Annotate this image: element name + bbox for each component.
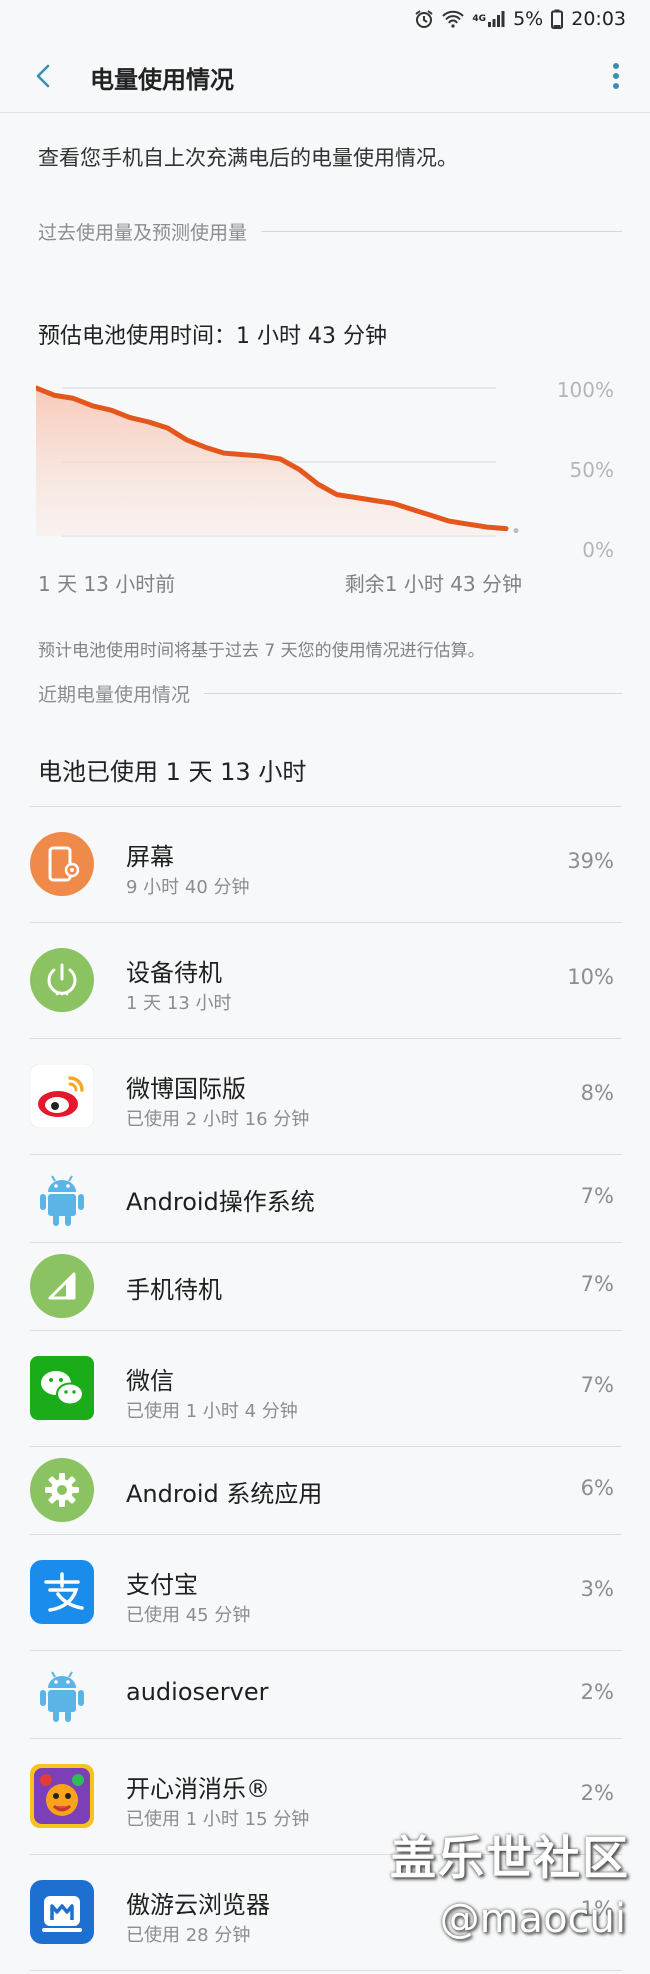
android-icon [30, 1662, 94, 1726]
description-text: 查看您手机自上次充满电后的电量使用情况。 [38, 146, 458, 170]
status-bar: 4G 5% 20:03 [0, 0, 650, 40]
divider [204, 693, 622, 694]
battery-icon [551, 9, 564, 29]
list-item-screen[interactable]: 屏幕 9 小时 40 分钟 39% [30, 807, 622, 923]
section-header-recent-usage: 近期电量使用情况 [38, 680, 622, 707]
watermark-text: 盖乐世社区 [390, 1831, 630, 1885]
app-usage-time: 已使用 1 小时 15 分钟 [126, 1809, 310, 1830]
list-item-device-idle[interactable]: 设备待机 1 天 13 小时 10% [30, 923, 622, 1039]
app-usage-time: 已使用 1 小时 4 分钟 [126, 1401, 298, 1422]
app-percent: 39% [567, 849, 614, 873]
battery-usage-chart [36, 385, 519, 537]
app-percent: 2% [580, 1680, 614, 1704]
back-arrow-icon[interactable] [28, 60, 60, 92]
network-type: 4G [472, 14, 487, 24]
weibo-icon [29, 1063, 95, 1129]
watermark-handle: @maocui [439, 1896, 626, 1942]
app-usage-time: 已使用 45 分钟 [126, 1605, 251, 1626]
clock: 20:03 [571, 8, 626, 30]
app-usage-time: 9 小时 40 分钟 [126, 877, 250, 898]
section-header-past-usage: 过去使用量及预测使用量 [38, 218, 622, 245]
section-title: 近期电量使用情况 [38, 684, 191, 706]
battery-percent: 5% [513, 8, 544, 30]
app-percent: 7% [580, 1272, 614, 1296]
list-item-audioserver[interactable]: audioserver 2% [30, 1651, 622, 1739]
x-start-label: 1 天 13 小时前 [38, 572, 176, 596]
app-usage-time: 已使用 2 小时 16 分钟 [126, 1109, 310, 1130]
wechat-icon [30, 1356, 94, 1420]
alarm-icon [414, 9, 434, 29]
y-tick-label: 0% [582, 538, 614, 562]
app-usage-time: 1 天 13 小时 [126, 993, 232, 1014]
list-item-phone-idle[interactable]: 手机待机 7% [30, 1243, 622, 1331]
app-usage-time: 已使用 28 分钟 [126, 1925, 251, 1946]
app-percent: 8% [580, 1081, 614, 1105]
app-name: audioserver [126, 1678, 269, 1706]
app-name: 傲游云浏览器 [126, 1891, 270, 1919]
y-tick-label: 100% [556, 378, 614, 402]
forecast-end-dot [513, 528, 519, 534]
app-usage-list: 屏幕 9 小时 40 分钟 39% 设备待机 1 天 13 小时 10% 微博国… [29, 806, 622, 1971]
list-item-android-system-apps[interactable]: Android 系统应用 6% [30, 1447, 622, 1535]
maxthon-icon [30, 1880, 94, 1944]
signal-icon [30, 1254, 94, 1318]
page-title: 电量使用情况 [90, 66, 234, 94]
list-item-wechat[interactable]: 微信 已使用 1 小时 4 分钟 7% [30, 1331, 622, 1447]
app-percent: 3% [580, 1577, 614, 1601]
app-name: 屏幕 [126, 843, 174, 871]
power-icon [30, 948, 94, 1012]
gear-icon [30, 1458, 94, 1522]
app-name: 开心消消乐® [126, 1775, 270, 1803]
game-icon [30, 1764, 94, 1828]
wifi-icon [442, 10, 465, 28]
battery-used-total: 电池已使用 1 天 13 小时 [38, 758, 307, 786]
list-item-alipay[interactable]: 支付宝 已使用 45 分钟 3% [30, 1535, 622, 1651]
app-name: 微信 [126, 1367, 174, 1395]
app-name: Android操作系统 [126, 1188, 315, 1216]
app-percent: 7% [580, 1373, 614, 1397]
divider [261, 231, 622, 232]
app-name: Android 系统应用 [126, 1480, 323, 1508]
cellular-signal-icon: 4G [472, 10, 505, 28]
app-percent: 7% [580, 1184, 614, 1208]
list-item-android-os[interactable]: Android操作系统 7% [30, 1155, 622, 1243]
list-item-weibo[interactable]: 微博国际版 已使用 2 小时 16 分钟 8% [29, 1039, 622, 1155]
app-name: 微博国际版 [126, 1075, 246, 1103]
app-name: 手机待机 [126, 1276, 222, 1304]
screen-icon [30, 832, 94, 896]
app-bar: 电量使用情况 [0, 40, 650, 113]
app-percent: 6% [580, 1476, 614, 1500]
x-end-label: 剩余1 小时 43 分钟 [344, 572, 522, 596]
app-name: 设备待机 [126, 959, 222, 987]
app-percent: 10% [567, 965, 614, 989]
section-title: 过去使用量及预测使用量 [38, 222, 248, 244]
android-icon [30, 1166, 94, 1230]
alipay-icon [30, 1560, 94, 1624]
estimated-time: 预估电池使用时间：1 小时 43 分钟 [38, 324, 387, 349]
estimate-note: 预计电池使用时间将基于过去 7 天您的使用情况进行估算。 [38, 641, 485, 661]
app-name: 支付宝 [126, 1571, 198, 1599]
app-percent: 2% [580, 1781, 614, 1805]
more-options-icon[interactable] [600, 58, 632, 94]
y-tick-label: 50% [569, 458, 614, 482]
